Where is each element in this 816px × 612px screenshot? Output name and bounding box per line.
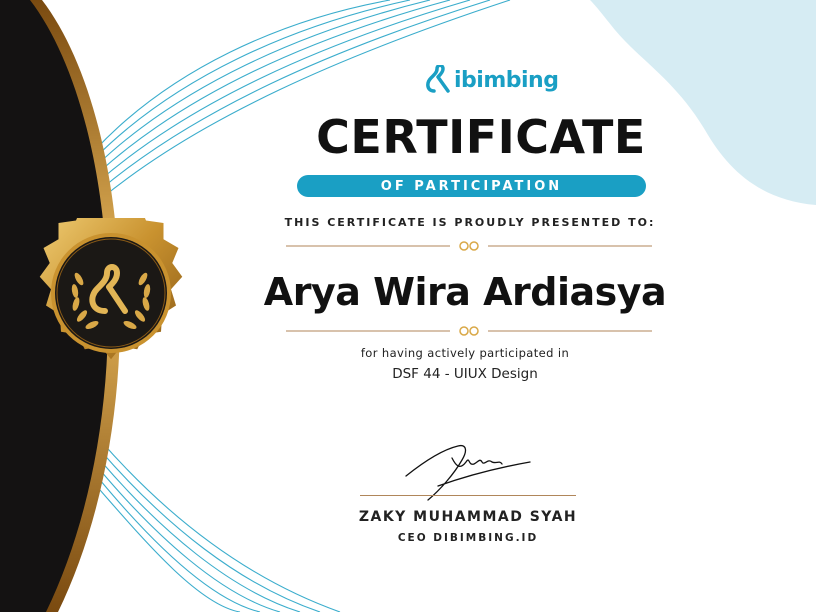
signatory-title: CEO DIBIMBING.ID <box>397 532 539 544</box>
double-ring-ornament-icon <box>459 326 479 336</box>
signature-line <box>360 495 576 496</box>
blue-lines-bottom <box>99 439 341 612</box>
certificate-title: CERTIFICATE <box>316 110 646 164</box>
divider-bottom <box>286 326 652 336</box>
presented-to-text: THIS CERTIFICATE IS PROUDLY PRESENTED TO… <box>284 216 656 229</box>
gold-seal-badge-icon <box>39 218 183 360</box>
brand-name: ibimbing <box>454 67 559 93</box>
certificate-page: ibimbing CERTIFICATE OF PARTICIPATION TH… <box>0 0 816 612</box>
dibimbing-logo: ibimbing <box>426 60 559 100</box>
signature-image <box>405 444 531 501</box>
program-name: DSF 44 - UIUX Design <box>392 366 538 382</box>
recipient-name: Arya Wira Ardiasya <box>263 270 667 314</box>
divider-top <box>286 241 652 251</box>
certificate-subtitle: OF PARTICIPATION <box>297 175 646 197</box>
dibimbing-logo-icon <box>426 65 450 93</box>
signatory-name: ZAKY MUHAMMAD SYAH <box>358 509 578 525</box>
double-ring-ornament-icon <box>459 241 479 251</box>
participation-reason: for having actively participated in <box>360 346 570 360</box>
